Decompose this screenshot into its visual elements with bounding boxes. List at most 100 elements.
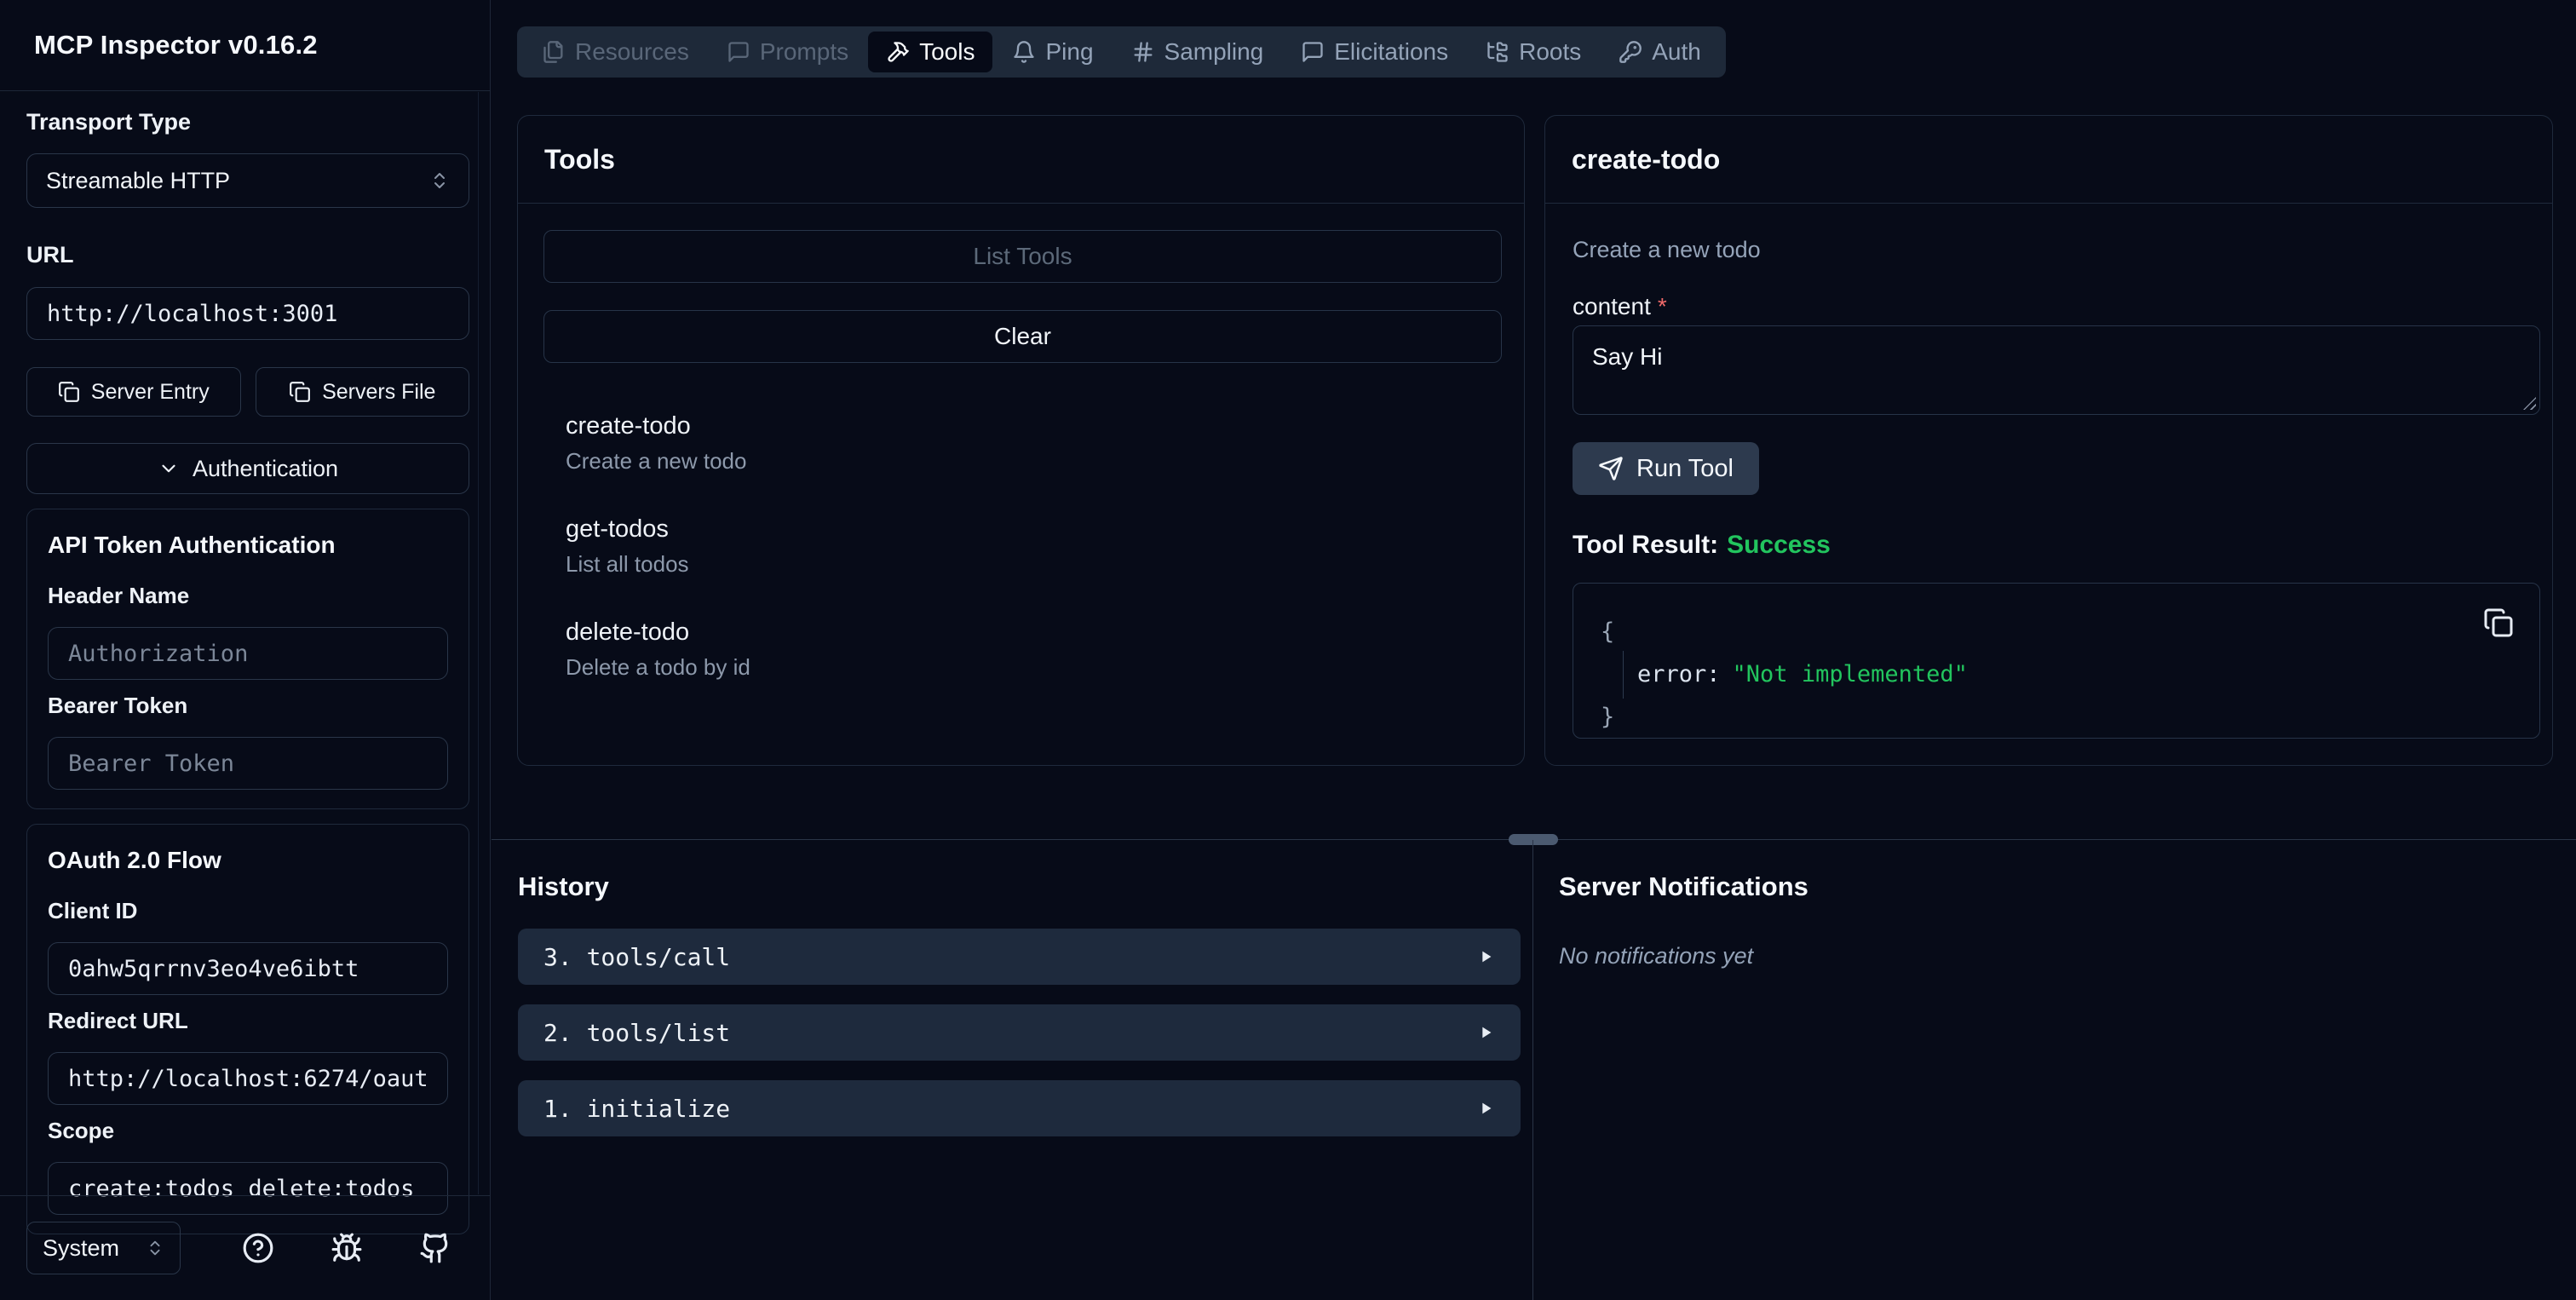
url-input[interactable] (26, 287, 469, 340)
header-name-input[interactable] (48, 627, 448, 680)
history-item-initialize[interactable]: 1. initialize (518, 1080, 1521, 1136)
tool-detail-body: Create a new todo content * Say Hi Run To… (1545, 237, 2552, 739)
servers-file-label: Servers File (322, 379, 436, 404)
json-key: error: (1637, 661, 1721, 687)
theme-value: System (43, 1234, 120, 1261)
run-tool-button[interactable]: Run Tool (1573, 442, 1759, 495)
tab-label: Prompts (759, 38, 849, 65)
tools-panel-title: Tools (544, 143, 615, 175)
client-id-label: Client ID (48, 898, 138, 923)
play-icon (1476, 947, 1495, 966)
tools-panel-body: List Tools Clear create-todo Create a ne… (518, 204, 1524, 681)
tab-tools[interactable]: Tools (868, 32, 993, 72)
hash-icon (1131, 40, 1155, 64)
chevrons-up-down-icon (429, 170, 450, 191)
tab-resources[interactable]: Resources (524, 32, 707, 72)
notifications-empty-message: No notifications yet (1559, 943, 1754, 969)
copy-icon (58, 381, 80, 403)
server-notifications-panel: Server Notifications No notifications ye… (1533, 840, 2576, 1300)
report-bug-button[interactable] (331, 1232, 363, 1264)
github-icon (419, 1232, 451, 1264)
api-token-auth-section: API Token Authentication Header Name Bea… (26, 509, 469, 809)
bearer-token-input[interactable] (48, 737, 448, 790)
server-notifications-title: Server Notifications (1559, 871, 1808, 901)
tool-result-label: Tool Result: (1573, 531, 1719, 559)
github-button[interactable] (419, 1232, 451, 1264)
tab-label: Auth (1652, 38, 1701, 65)
tool-name: delete-todo (566, 618, 690, 646)
history-panel: History 3. tools/call 2. tools/list 1. i… (492, 840, 1532, 1300)
bug-icon (331, 1232, 363, 1264)
run-tool-label: Run Tool (1636, 454, 1734, 482)
scope-label: Scope (48, 1118, 115, 1143)
footer-icons (242, 1232, 451, 1264)
json-value: "Not implemented" (1732, 661, 1968, 687)
copy-result-button[interactable] (2483, 607, 2514, 638)
servers-file-button[interactable]: Servers File (255, 367, 469, 417)
tab-prompts[interactable]: Prompts (709, 32, 866, 72)
content-field-label: content * (1573, 293, 1667, 319)
tab-sampling[interactable]: Sampling (1113, 32, 1282, 72)
hammer-icon (886, 40, 910, 64)
redirect-url-input[interactable] (48, 1052, 448, 1105)
tool-name: create-todo (566, 412, 691, 440)
tab-label: Resources (575, 38, 689, 65)
required-asterisk: * (1657, 293, 1667, 319)
tool-description: Delete a todo by id (566, 654, 750, 680)
sidebar-actions: Server Entry Servers File (26, 367, 469, 417)
server-entry-button[interactable]: Server Entry (26, 367, 241, 417)
tools-panel-header: Tools (518, 116, 1524, 204)
tool-list: create-todo Create a new todo get-todos … (543, 412, 1502, 681)
tab-roots[interactable]: Roots (1468, 32, 1599, 72)
json-line-error: error: "Not implemented" (1601, 651, 2514, 699)
bell-icon (1012, 40, 1036, 64)
oauth-flow-title: OAuth 2.0 Flow (48, 847, 221, 873)
chevrons-up-down-icon (146, 1239, 164, 1257)
tool-name: get-todos (566, 515, 669, 543)
transport-type-select[interactable]: Streamable HTTP (26, 153, 469, 208)
theme-select[interactable]: System (26, 1222, 181, 1274)
redirect-url-label: Redirect URL (48, 1008, 188, 1033)
tab-bar: Resources Prompts Tools Ping Sampling El… (517, 26, 1726, 78)
message-square-icon (1301, 40, 1325, 64)
help-button[interactable] (242, 1232, 274, 1264)
oauth-flow-section: OAuth 2.0 Flow Client ID Redirect URL Sc… (26, 824, 469, 1234)
tool-result-status: Success (1727, 531, 1831, 559)
transport-type-label: Transport Type (26, 109, 192, 135)
tab-label: Elicitations (1334, 38, 1449, 65)
folder-tree-icon (1486, 40, 1509, 64)
tool-item-create-todo[interactable]: create-todo Create a new todo (566, 412, 1502, 475)
client-id-input[interactable] (48, 942, 448, 995)
authentication-toggle[interactable]: Authentication (26, 443, 469, 494)
bearer-token-label: Bearer Token (48, 693, 188, 718)
tab-auth[interactable]: Auth (1601, 32, 1719, 72)
chevron-down-icon (158, 457, 180, 480)
tool-result-line: Tool Result: Success (1573, 531, 2540, 560)
tab-ping[interactable]: Ping (994, 32, 1111, 72)
list-tools-button[interactable]: List Tools (543, 230, 1502, 283)
tab-elicitations[interactable]: Elicitations (1283, 32, 1466, 72)
tool-detail-description: Create a new todo (1573, 237, 1761, 262)
tab-label: Sampling (1164, 38, 1264, 65)
tab-label: Tools (919, 38, 975, 65)
tool-item-delete-todo[interactable]: delete-todo Delete a todo by id (566, 618, 1502, 681)
history-item-tools-call[interactable]: 3. tools/call (518, 929, 1521, 985)
message-square-icon (727, 40, 750, 64)
copy-icon (2483, 607, 2514, 638)
tool-item-get-todos[interactable]: get-todos List all todos (566, 515, 1502, 578)
history-item-label: 3. tools/call (543, 942, 731, 971)
clear-button[interactable]: Clear (543, 310, 1502, 363)
server-entry-label: Server Entry (90, 379, 210, 404)
history-title: History (518, 871, 609, 901)
play-icon (1476, 1099, 1495, 1118)
tool-description: Create a new todo (566, 448, 747, 474)
content-field-input[interactable]: Say Hi (1573, 325, 2540, 415)
sidebar: MCP Inspector v0.16.2 Transport Type Str… (0, 0, 491, 1300)
api-token-auth-title: API Token Authentication (48, 532, 336, 558)
content-field-wrap: Say Hi (1573, 325, 2540, 415)
tool-detail-header: create-todo (1545, 116, 2552, 204)
history-item-tools-list[interactable]: 2. tools/list (518, 1004, 1521, 1061)
key-icon (1619, 40, 1642, 64)
tools-panel: Tools List Tools Clear create-todo Creat… (517, 115, 1525, 766)
tool-description: List all todos (566, 551, 689, 577)
